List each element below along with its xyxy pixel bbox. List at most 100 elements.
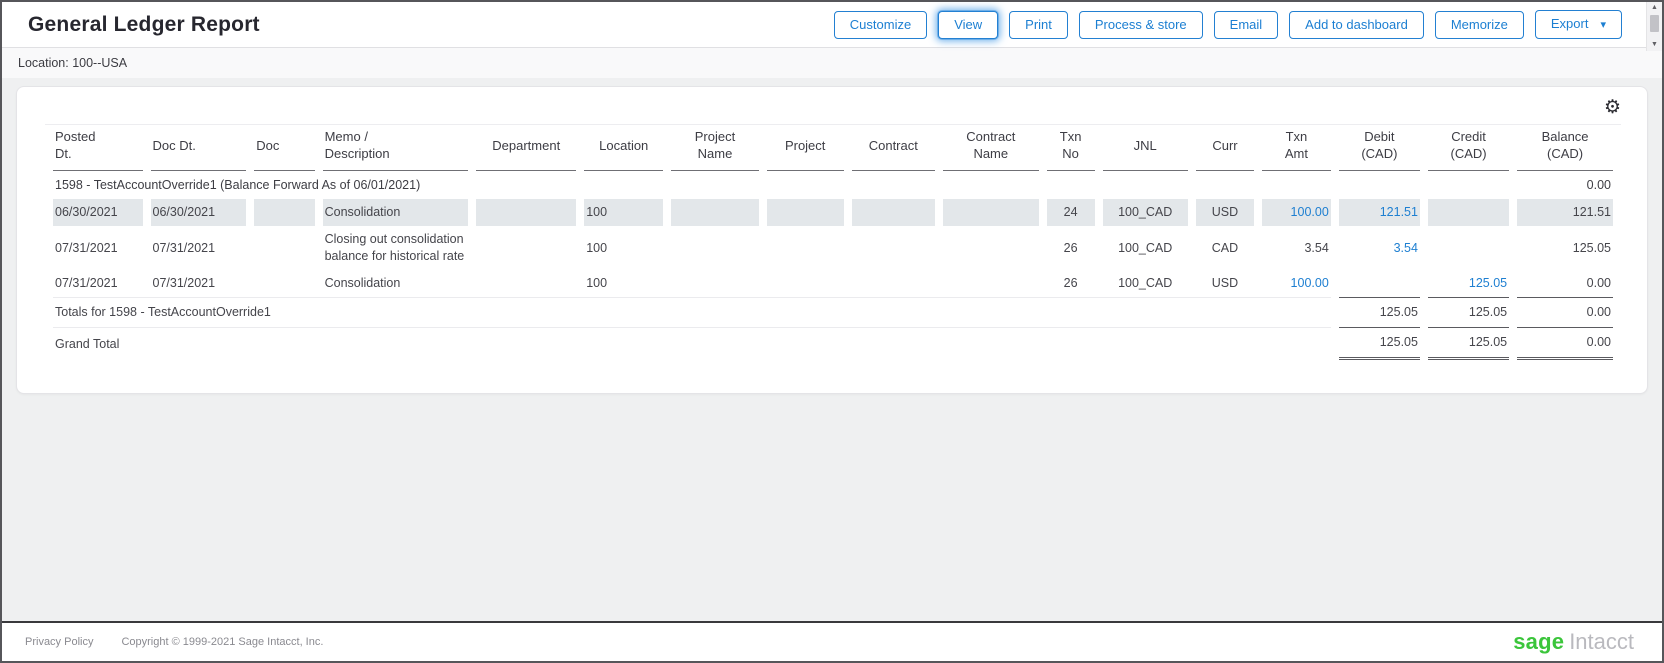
col-header-location[interactable]: Location (584, 125, 663, 171)
cell-txn-no: 26 (1047, 226, 1095, 270)
cell-contract-name (943, 226, 1039, 270)
export-button[interactable]: Export▾ (1535, 10, 1622, 39)
customize-button[interactable]: Customize (834, 11, 927, 39)
totals-debit: 125.05 (1339, 297, 1420, 327)
cell-balance: 125.05 (1517, 226, 1613, 270)
col-header-contract-name[interactable]: ContractName (943, 125, 1039, 171)
col-header-memo[interactable]: Memo /Description (323, 125, 469, 171)
debit-link[interactable]: 3.54 (1339, 226, 1420, 270)
top-bar: General Ledger Report Customize View Pri… (2, 2, 1662, 48)
cell-location: 100 (584, 199, 663, 226)
cell-department (476, 270, 576, 297)
grand-total-balance: 0.00 (1517, 327, 1613, 360)
col-header-jnl[interactable]: JNL (1103, 125, 1188, 171)
process-and-store-button[interactable]: Process & store (1079, 11, 1203, 39)
privacy-policy-link[interactable]: Privacy Policy (25, 636, 93, 648)
view-button[interactable]: View (938, 11, 998, 39)
table-row: 07/31/2021 07/31/2021 Closing out consol… (53, 226, 1613, 270)
cell-credit (1428, 199, 1509, 226)
totals-balance: 0.00 (1517, 297, 1613, 327)
col-header-project[interactable]: Project (767, 125, 844, 171)
cell-credit (1428, 226, 1509, 270)
cell-txn-no: 24 (1047, 199, 1095, 226)
cell-txn-no: 26 (1047, 270, 1095, 297)
col-header-contract[interactable]: Contract (852, 125, 935, 171)
vertical-scrollbar[interactable]: ▲ ▼ (1646, 2, 1662, 51)
panel-toolbar: ⚙ (45, 91, 1621, 125)
report-filter-bar: Location: 100--USA (2, 48, 1662, 78)
col-header-doc-dt[interactable]: Doc Dt. (151, 125, 247, 171)
table-row: 06/30/2021 06/30/2021 Consolidation 100 … (53, 199, 1613, 226)
col-header-doc[interactable]: Doc (254, 125, 314, 171)
col-header-department[interactable]: Department (476, 125, 576, 171)
cell-contract (852, 226, 935, 270)
cell-location: 100 (584, 270, 663, 297)
cell-project-name (671, 199, 758, 226)
table-header-row: PostedDt. Doc Dt. Doc Memo /Description … (53, 125, 1613, 171)
cell-memo: Consolidation (323, 199, 469, 226)
cell-posted-dt: 07/31/2021 (53, 226, 143, 270)
cell-balance: 0.00 (1517, 270, 1613, 297)
cell-memo: Closing out consolidation balance for hi… (323, 226, 469, 270)
cell-department (476, 199, 576, 226)
cell-doc-dt: 06/30/2021 (151, 199, 247, 226)
cell-project (767, 199, 844, 226)
cell-doc (254, 270, 314, 297)
cell-doc (254, 226, 314, 270)
col-header-txn-amt[interactable]: TxnAmt (1262, 125, 1331, 171)
cell-posted-dt: 07/31/2021 (53, 270, 143, 297)
cell-jnl: 100_CAD (1103, 226, 1188, 270)
cell-contract-name (943, 199, 1039, 226)
scrollbar-thumb[interactable] (1650, 15, 1659, 32)
report-panel: ⚙ PostedDt. Doc Dt. Doc Memo /Des (16, 86, 1648, 394)
col-header-posted-dt[interactable]: PostedDt. (53, 125, 143, 171)
chevron-down-icon: ▾ (1600, 19, 1606, 31)
cell-project (767, 226, 844, 270)
col-header-project-name[interactable]: ProjectName (671, 125, 758, 171)
txn-amt-link[interactable]: 100.00 (1262, 270, 1331, 297)
col-header-txn-no[interactable]: TxnNo (1047, 125, 1095, 171)
cell-balance: 0.00 (1517, 171, 1613, 199)
col-header-debit[interactable]: Debit(CAD) (1339, 125, 1420, 171)
cell-doc (254, 199, 314, 226)
copyright-text: Copyright © 1999-2021 Sage Intacct, Inc. (121, 636, 323, 648)
grand-total-credit: 125.05 (1428, 327, 1509, 360)
cell-jnl: 100_CAD (1103, 270, 1188, 297)
cell-project-name (671, 270, 758, 297)
cell-project (767, 270, 844, 297)
footer: Privacy Policy Copyright © 1999-2021 Sag… (2, 621, 1662, 661)
add-to-dashboard-button[interactable]: Add to dashboard (1289, 11, 1424, 39)
col-header-curr[interactable]: Curr (1196, 125, 1254, 171)
account-totals-row: Totals for 1598 - TestAccountOverride1 1… (53, 297, 1613, 327)
scroll-down-icon[interactable]: ▼ (1647, 39, 1662, 51)
action-buttons: Customize View Print Process & store Ema… (834, 10, 1622, 39)
table-row: 07/31/2021 07/31/2021 Consolidation 100 … (53, 270, 1613, 297)
page-title: General Ledger Report (28, 13, 260, 37)
sage-logo-text: sage (1513, 629, 1564, 654)
cell-balance: 121.51 (1517, 199, 1613, 226)
scroll-up-icon[interactable]: ▲ (1647, 2, 1662, 14)
col-header-credit[interactable]: Credit(CAD) (1428, 125, 1509, 171)
credit-link[interactable]: 125.05 (1428, 270, 1509, 297)
cell-doc-dt: 07/31/2021 (151, 270, 247, 297)
memorize-button[interactable]: Memorize (1435, 11, 1524, 39)
cell-posted-dt: 06/30/2021 (53, 199, 143, 226)
cell-contract (852, 199, 935, 226)
debit-link[interactable]: 121.51 (1339, 199, 1420, 226)
print-button[interactable]: Print (1009, 11, 1068, 39)
cell-department (476, 226, 576, 270)
cell-contract-name (943, 270, 1039, 297)
totals-label: Totals for 1598 - TestAccountOverride1 (53, 297, 1331, 327)
txn-amt-link[interactable]: 100.00 (1262, 199, 1331, 226)
general-ledger-table: PostedDt. Doc Dt. Doc Memo /Description … (45, 125, 1621, 360)
account-group-label: 1598 - TestAccountOverride1 (Balance For… (53, 171, 1509, 199)
cell-debit (1339, 270, 1420, 297)
intacct-logo-text: Intacct (1569, 629, 1634, 654)
cell-jnl: 100_CAD (1103, 199, 1188, 226)
cell-project-name (671, 226, 758, 270)
cell-contract (852, 270, 935, 297)
totals-credit: 125.05 (1428, 297, 1509, 327)
email-button[interactable]: Email (1214, 11, 1279, 39)
gear-icon[interactable]: ⚙ (1604, 98, 1621, 117)
col-header-balance[interactable]: Balance(CAD) (1517, 125, 1613, 171)
